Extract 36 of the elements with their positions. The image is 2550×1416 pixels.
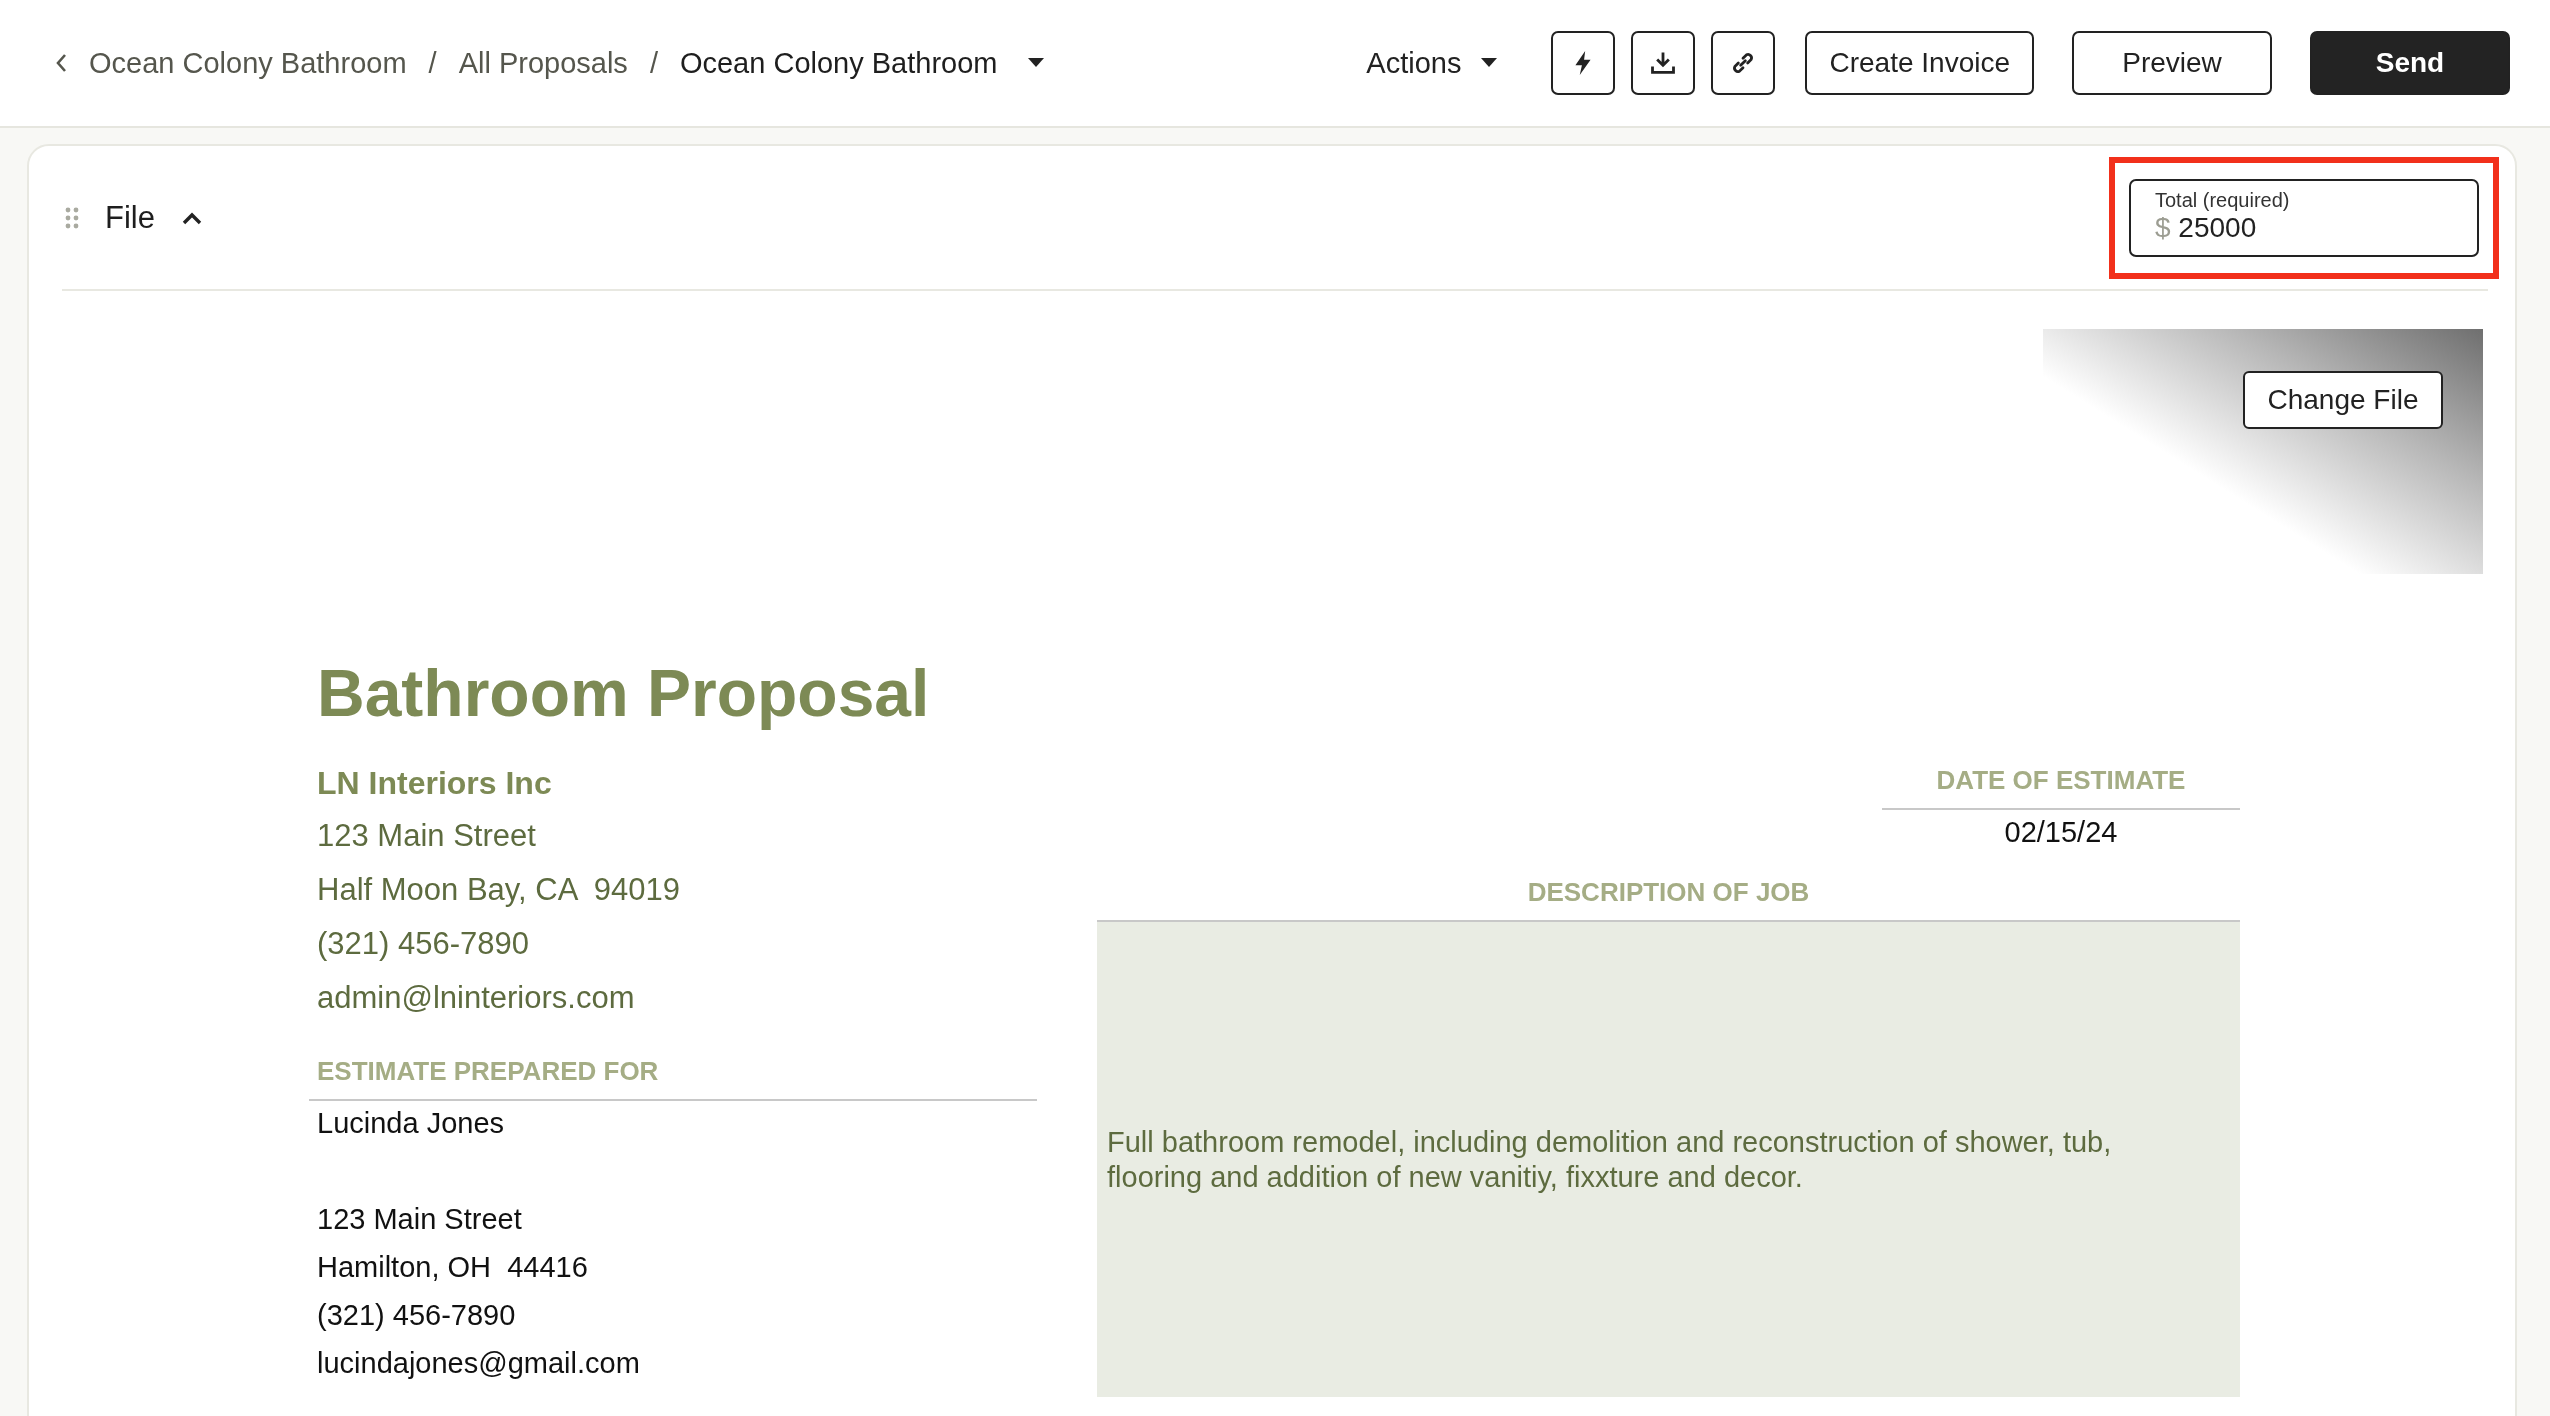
download-icon[interactable]	[1631, 31, 1696, 95]
chevron-up-icon[interactable]	[180, 210, 203, 225]
company-detail: 123 Main Street	[317, 818, 537, 855]
caret-down-icon[interactable]	[1027, 58, 1044, 68]
client-detail: 123 Main Street	[317, 1203, 523, 1237]
breadcrumb-link[interactable]: Ocean Colony Bathroom	[679, 46, 998, 80]
back-chevron-icon[interactable]	[55, 53, 67, 73]
company-detail: (321) 456-7890	[317, 926, 530, 963]
section-heading: DATE OF ESTIMATE	[1935, 765, 2187, 796]
breadcrumb-separator: /	[428, 46, 437, 80]
client-detail: lucindajones@gmail.com	[317, 1347, 641, 1381]
drag-handle-icon[interactable]	[65, 206, 79, 229]
send-button[interactable]: Send	[2310, 31, 2510, 95]
total-field[interactable]: Total (required) $ 25000	[2129, 178, 2479, 257]
caret-down-icon[interactable]	[1481, 58, 1498, 68]
section-title: File	[105, 199, 155, 236]
breadcrumb-link[interactable]: Ocean Colony Bathroom	[89, 46, 407, 80]
breadcrumb-separator: /	[649, 46, 658, 80]
job-description: Full bathroom remodel, including demolition and reconstruction of shower, tub, flooring and addition of new vanitiy, fixxture and decor.	[1107, 1124, 2113, 1195]
actions-dropdown[interactable]: Actions	[1366, 46, 1498, 80]
change-file-button[interactable]: Change File	[2243, 371, 2443, 429]
toolbar-button[interactable]: Preview	[2072, 31, 2272, 95]
company-detail: Half Moon Bay, CA 94019	[317, 872, 682, 909]
client-detail: (321) 456-7890	[317, 1299, 517, 1333]
company-name: LN Interiors Inc	[317, 765, 553, 802]
client-name: Lucinda Jones	[317, 1107, 506, 1141]
client-detail: Hamilton, OH 44416	[317, 1251, 589, 1285]
section-heading: ESTIMATE PREPARED FOR	[317, 1056, 660, 1087]
toolbar-button[interactable]: Create Invoice	[1805, 31, 2034, 95]
estimate-date: 02/15/24	[2003, 816, 2119, 849]
section-heading: DESCRIPTION OF JOB	[1526, 877, 1811, 908]
breadcrumb-link[interactable]: All Proposals	[458, 46, 628, 80]
document-title: Bathroom Proposal	[317, 655, 931, 731]
link-icon[interactable]	[1711, 31, 1776, 95]
lightning-icon[interactable]	[1551, 31, 1616, 95]
company-detail: admin@lninteriors.com	[317, 980, 636, 1017]
